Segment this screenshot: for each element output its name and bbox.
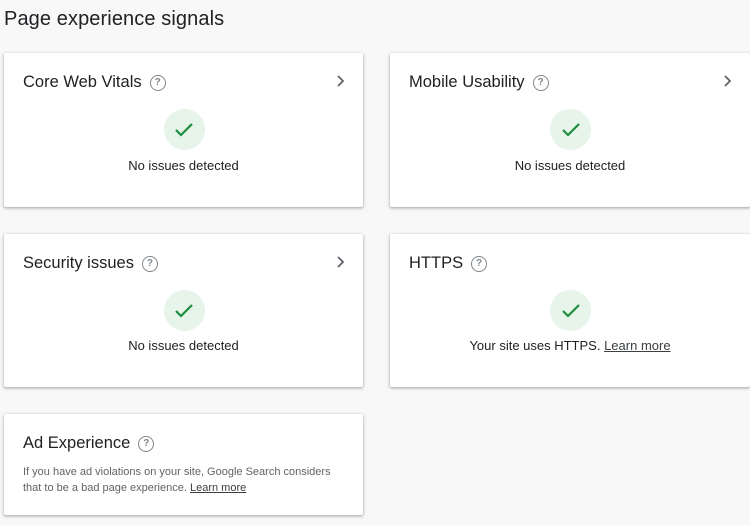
status-text: Your site uses HTTPS. (469, 338, 601, 353)
check-icon (175, 122, 193, 137)
check-icon (561, 122, 580, 137)
learn-more-link[interactable]: Learn more (604, 338, 670, 353)
help-icon[interactable]: ? (532, 74, 549, 91)
card-header: Security issues ? (23, 254, 158, 273)
card-title: Mobile Usability (409, 73, 525, 91)
learn-more-link[interactable]: Learn more (190, 482, 246, 494)
card-title: Security issues (23, 254, 134, 272)
card-header: HTTPS ? (409, 254, 488, 273)
check-icon (175, 303, 193, 318)
chevron-right-icon[interactable] (335, 254, 347, 270)
status-check-badge (550, 290, 591, 331)
status-text: No issues detected (514, 158, 626, 173)
status-text-row: Your site uses HTTPS. Learn more (390, 338, 750, 353)
card-header: Core Web Vitals ? (23, 73, 166, 92)
security-issues-card[interactable]: Security issues ? No issues detected (4, 234, 363, 387)
ad-experience-card: Ad Experience ? If you have ad violation… (4, 414, 363, 515)
card-title: Ad Experience (23, 434, 131, 452)
mobile-usability-card[interactable]: Mobile Usability ? No issues detected (390, 53, 750, 207)
core-web-vitals-card[interactable]: Core Web Vitals ? No issues detected (4, 53, 363, 207)
card-header: Mobile Usability ? (409, 73, 549, 92)
status-check-badge (163, 290, 205, 331)
status-text: No issues detected (128, 158, 239, 173)
description-text: If you have ad violations on your site, … (23, 466, 331, 494)
card-description: If you have ad violations on your site, … (23, 464, 351, 496)
card-title: Core Web Vitals (23, 73, 142, 91)
https-card: HTTPS ? Your site uses HTTPS. Learn more (390, 234, 750, 387)
chevron-right-icon[interactable] (722, 73, 734, 89)
chevron-right-icon[interactable] (335, 73, 347, 89)
help-icon[interactable]: ? (471, 255, 488, 272)
help-icon[interactable]: ? (138, 435, 155, 452)
status-check-badge (550, 109, 591, 150)
card-header: Ad Experience ? (23, 434, 155, 453)
page-title: Page experience signals (4, 8, 225, 30)
status-check-badge (163, 109, 205, 150)
help-icon[interactable]: ? (141, 255, 158, 272)
help-icon[interactable]: ? (149, 74, 166, 91)
status-text: No issues detected (128, 338, 239, 353)
card-title: HTTPS (409, 254, 464, 272)
check-icon (561, 303, 580, 318)
